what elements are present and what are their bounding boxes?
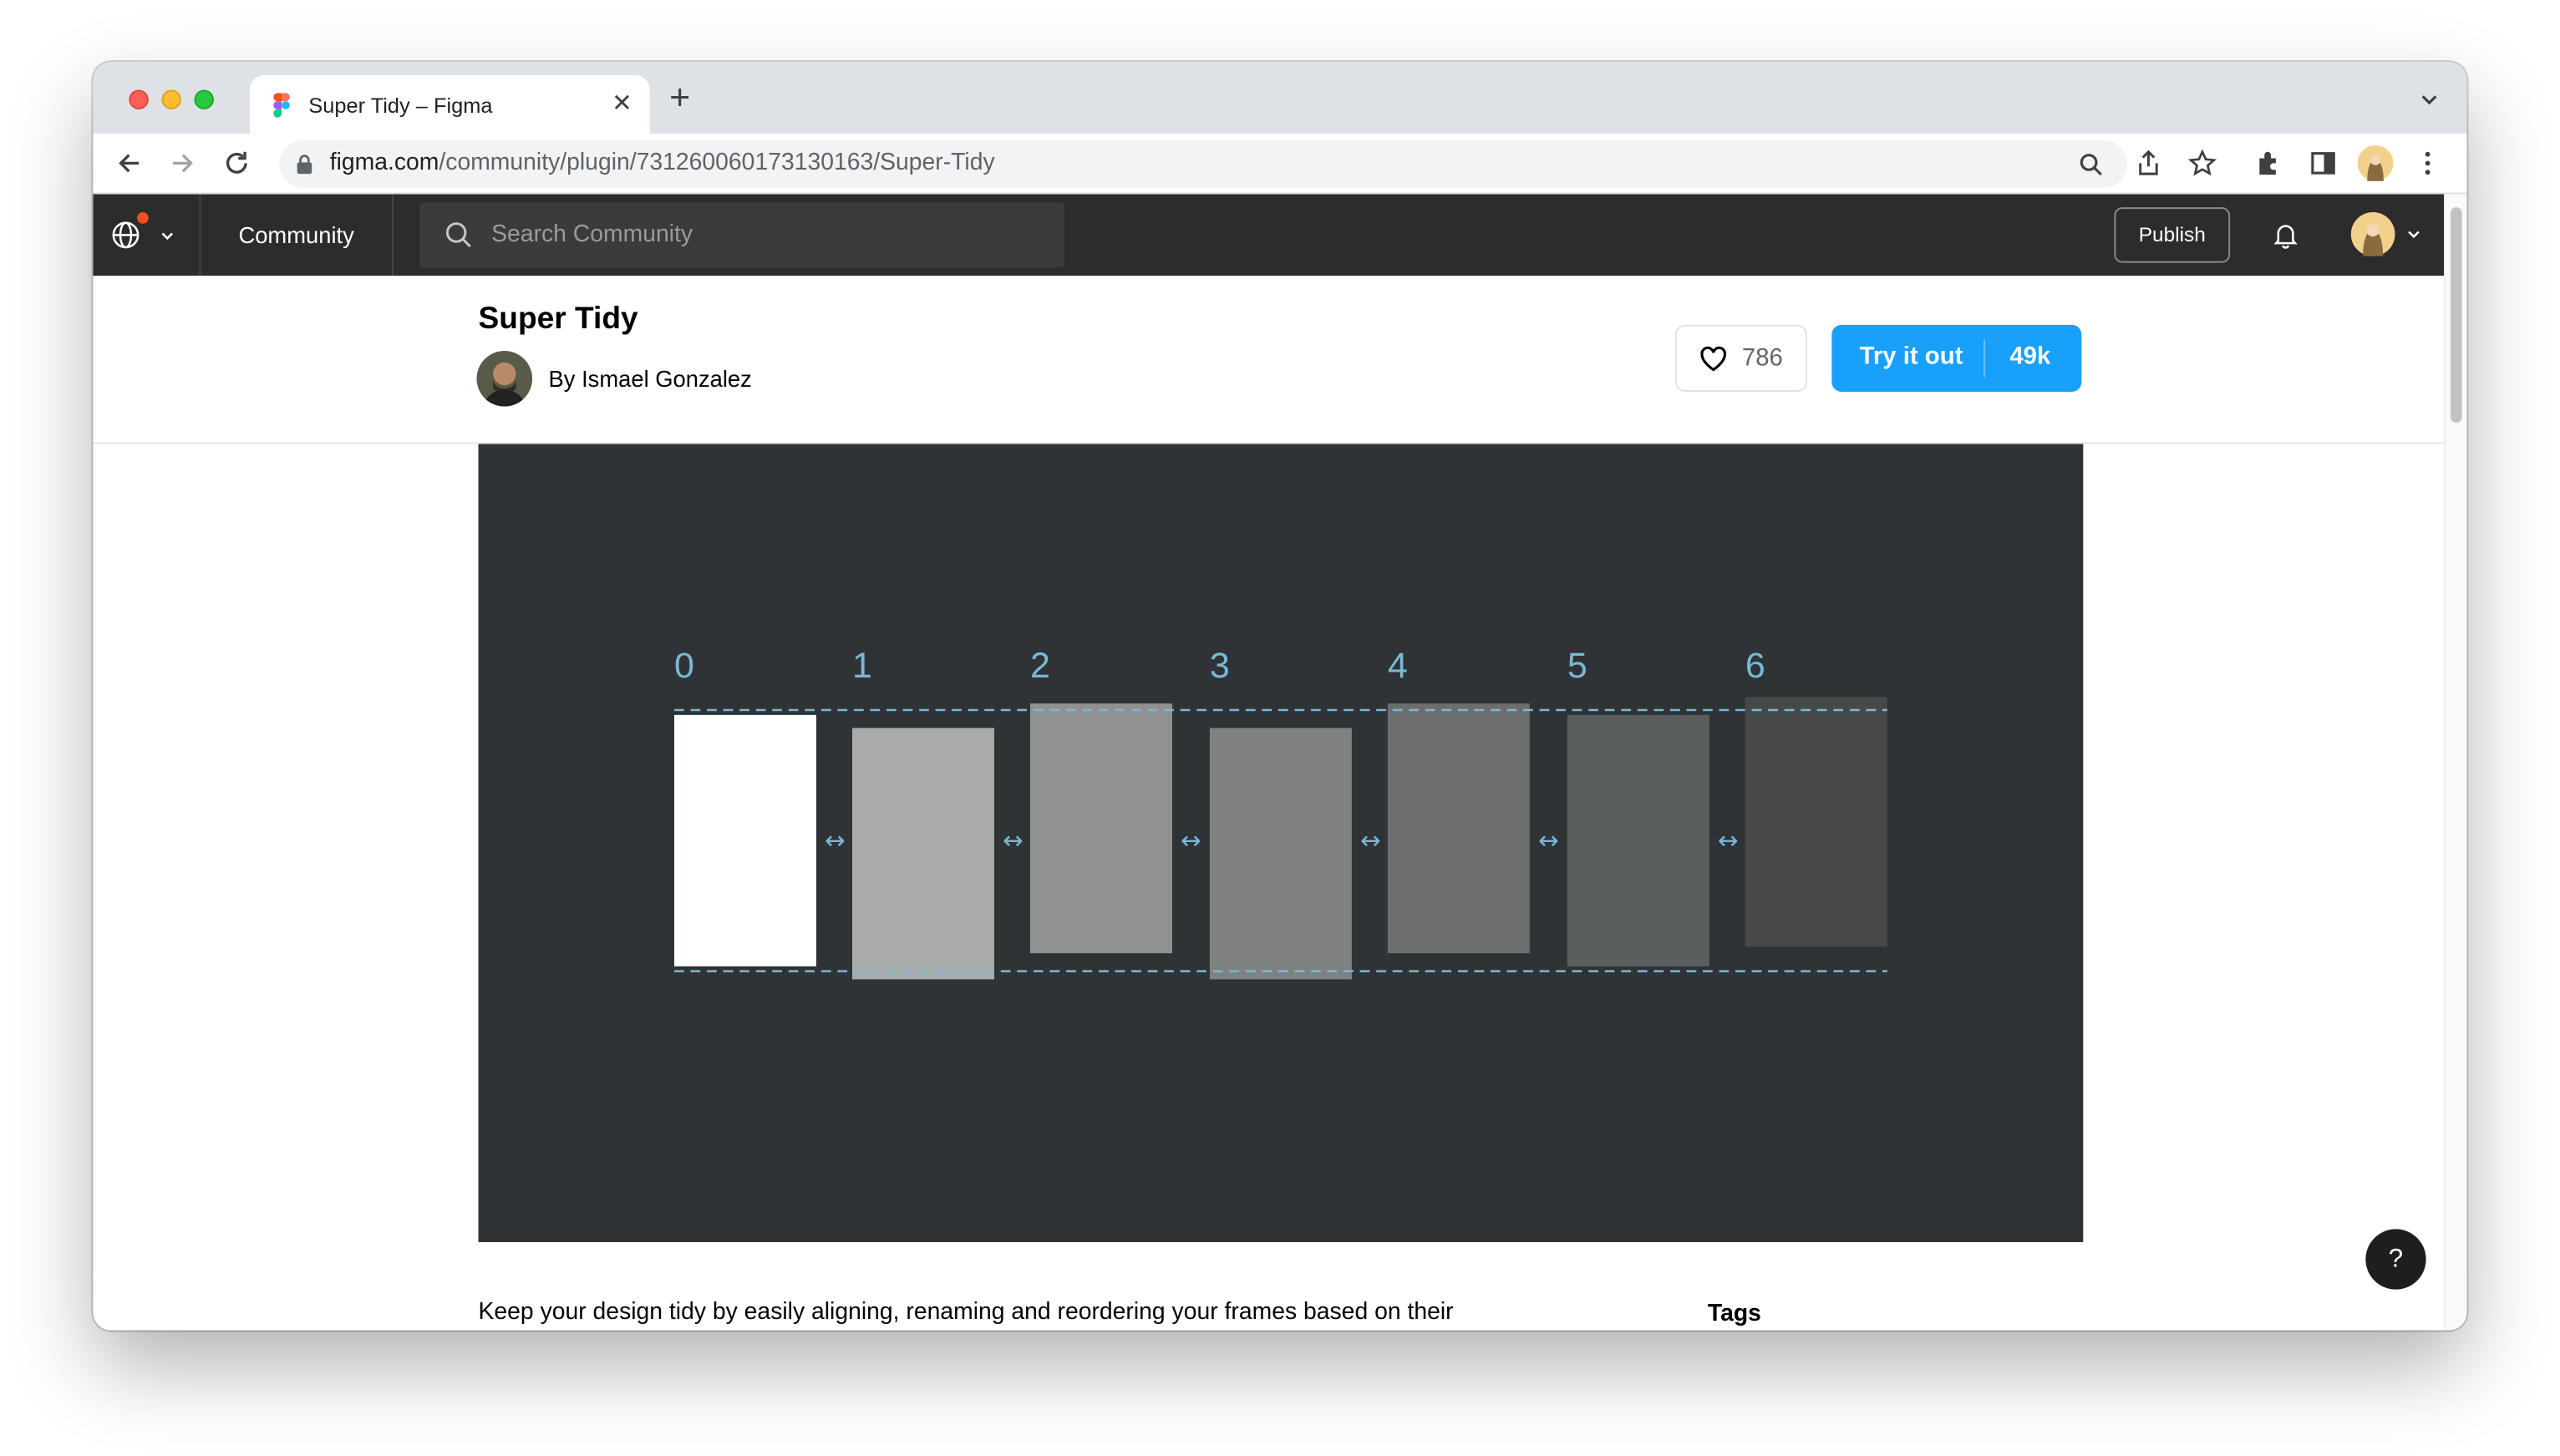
figma-community-header: Community Publish <box>93 194 2445 276</box>
share-icon[interactable] <box>2134 149 2163 178</box>
more-vert-icon[interactable] <box>2413 149 2442 178</box>
lock-icon[interactable] <box>296 154 313 175</box>
try-it-out-button[interactable]: Try it out 49k <box>1831 324 2082 392</box>
tab-menu-chevron-icon[interactable] <box>2418 89 2441 111</box>
new-tab-button[interactable]: + <box>669 79 690 115</box>
tab-strip: Super Tidy – Figma ✕ + <box>93 62 2467 134</box>
browser-tab[interactable]: Super Tidy – Figma ✕ <box>249 74 650 134</box>
chevron-down-icon <box>161 232 174 241</box>
frame-5 <box>1567 714 1709 966</box>
search-input[interactable] <box>491 202 1047 268</box>
spacing-arrow-icon: ↔ <box>1360 826 1381 855</box>
frame-index-label: 1 <box>852 646 872 686</box>
heart-icon <box>1700 346 1727 372</box>
publish-button[interactable]: Publish <box>2114 207 2231 263</box>
tab-title: Super Tidy – Figma <box>308 93 493 118</box>
uses-count: 49k <box>2009 342 2051 371</box>
reload-icon[interactable] <box>222 149 251 178</box>
plugin-header: Super Tidy By Ismael Gonzalez 786 Try it… <box>93 276 2445 444</box>
frame-index-label: 0 <box>674 646 694 686</box>
frame-index-label: 2 <box>1030 646 1050 686</box>
community-nav-link[interactable]: Community <box>201 194 394 276</box>
scrollbar-thumb[interactable] <box>2450 207 2462 424</box>
minimize-window-button[interactable] <box>161 89 181 109</box>
browser-toolbar: figma.com/community/plugin/7312600601731… <box>93 134 2467 195</box>
globe-icon <box>112 221 140 249</box>
browser-window: Super Tidy – Figma ✕ + figma.com/communi… <box>93 62 2467 1331</box>
language-selector[interactable] <box>93 194 201 276</box>
author-avatar-image <box>476 351 533 407</box>
frame-index-label: 5 <box>1567 646 1587 686</box>
user-menu[interactable] <box>2350 212 2433 258</box>
like-count: 786 <box>1741 344 1783 373</box>
figma-favicon-icon <box>273 93 290 118</box>
frame-0 <box>674 714 816 966</box>
url-text[interactable]: figma.com/community/plugin/7312600601731… <box>330 150 995 176</box>
plugin-hero-image: 0 ↔ 1 ↔ 2 ↔ 3 ↔ 4 ↔ 5 ↔ 6 <box>478 444 2084 1242</box>
search-community-box[interactable] <box>419 202 1065 268</box>
bookmark-star-icon[interactable] <box>2187 149 2217 178</box>
bell-icon[interactable] <box>2271 221 2300 250</box>
frame-index-label: 6 <box>1745 646 1765 686</box>
extensions-icon[interactable] <box>2254 149 2283 178</box>
address-bar[interactable]: figma.com/community/plugin/7312600601731… <box>279 140 2128 188</box>
frame-index-label: 4 <box>1388 646 1408 686</box>
zoom-window-button[interactable] <box>194 89 214 109</box>
notification-dot <box>137 212 149 224</box>
frame-1 <box>851 728 994 980</box>
profile-avatar[interactable] <box>2357 145 2394 181</box>
plugin-page: Super Tidy By Ismael Gonzalez 786 Try it… <box>93 276 2445 1331</box>
spacing-arrow-icon: ↔ <box>1538 826 1559 855</box>
spacing-arrow-icon: ↔ <box>825 826 846 855</box>
plugin-title: Super Tidy <box>478 302 638 337</box>
frame-6 <box>1745 697 1887 947</box>
frame-index-label: 3 <box>1210 646 1230 686</box>
page-scrollbar[interactable] <box>2444 194 2467 1331</box>
spacing-arrow-icon: ↔ <box>1718 826 1739 855</box>
tags-heading: Tags <box>1707 1301 1761 1327</box>
author-avatar[interactable] <box>476 351 533 407</box>
chevron-down-icon <box>2408 231 2420 239</box>
super-tidy-illustration: 0 ↔ 1 ↔ 2 ↔ 3 ↔ 4 ↔ 5 ↔ 6 <box>674 646 1887 980</box>
frame-4 <box>1387 703 1530 954</box>
author-name[interactable]: By Ismael Gonzalez <box>549 366 752 392</box>
sidepanel-icon[interactable] <box>2309 149 2338 178</box>
zoom-icon[interactable] <box>2078 152 2104 178</box>
forward-icon[interactable] <box>168 149 197 178</box>
user-avatar <box>2350 212 2395 256</box>
frame-3 <box>1209 728 1352 980</box>
button-divider <box>1983 339 1986 378</box>
spacing-arrow-icon: ↔ <box>1003 826 1023 855</box>
help-button[interactable]: ? <box>2365 1229 2426 1290</box>
back-icon[interactable] <box>114 149 144 178</box>
close-window-button[interactable] <box>129 89 149 109</box>
tab-close-icon[interactable]: ✕ <box>609 89 635 117</box>
try-it-out-label: Try it out <box>1859 342 1963 371</box>
like-button[interactable]: 786 <box>1674 324 1808 392</box>
search-icon <box>445 222 471 248</box>
spacing-arrow-icon: ↔ <box>1181 826 1201 855</box>
plugin-description: Keep your design tidy by easily aligning… <box>478 1299 1454 1326</box>
frame-2 <box>1029 703 1172 954</box>
